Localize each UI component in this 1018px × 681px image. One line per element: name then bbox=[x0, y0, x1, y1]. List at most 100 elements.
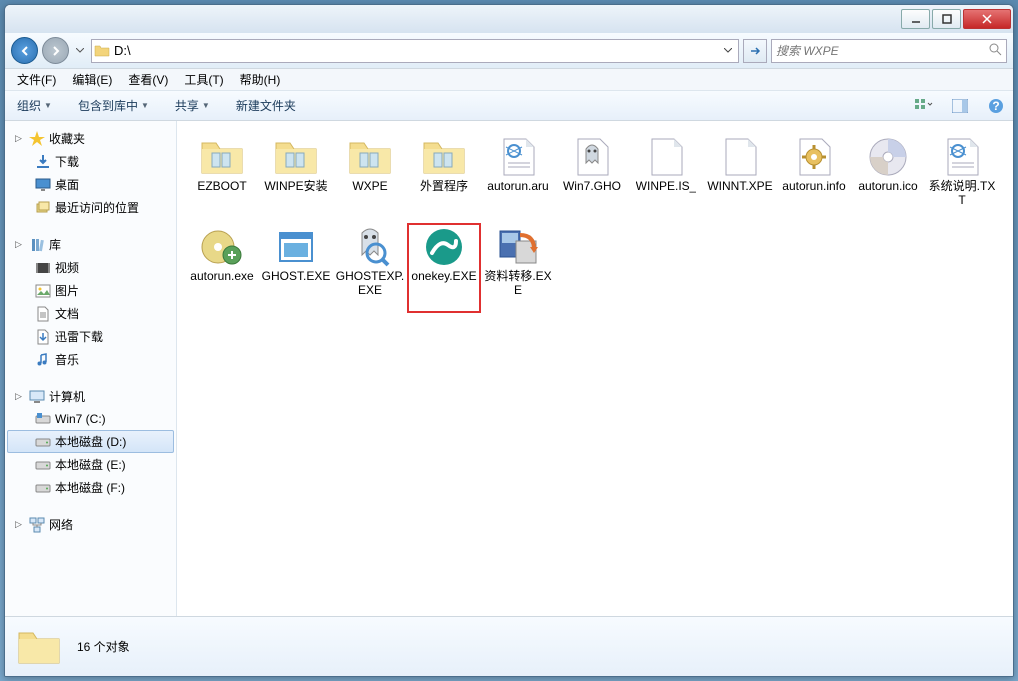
file-label: WINPE安装 bbox=[264, 179, 327, 193]
sidebar: ▷收藏夹下载桌面最近访问的位置 ▷库视频图片文档迅雷下载音乐 ▷计算机Win7 (C… bbox=[5, 121, 177, 616]
recent-icon bbox=[35, 200, 51, 216]
view-options-button[interactable] bbox=[913, 95, 935, 117]
file-icon bbox=[863, 135, 913, 179]
refresh-button[interactable] bbox=[743, 39, 767, 63]
close-button[interactable] bbox=[963, 9, 1011, 29]
music-icon bbox=[35, 352, 51, 368]
sidebar-item-lib-2[interactable]: 文档 bbox=[7, 302, 174, 325]
minimize-button[interactable] bbox=[901, 9, 930, 29]
back-button[interactable] bbox=[11, 37, 38, 64]
drive-icon bbox=[35, 434, 51, 450]
menu-1[interactable]: 编辑(E) bbox=[66, 69, 118, 90]
file-item-12[interactable]: GHOST.EXE bbox=[259, 223, 333, 313]
file-item-9[interactable]: autorun.ico bbox=[851, 133, 925, 223]
sidebar-item-comp-0[interactable]: Win7 (C:) bbox=[7, 408, 174, 430]
sidebar-header-lib[interactable]: ▷库 bbox=[7, 233, 174, 256]
picture-icon bbox=[35, 283, 51, 299]
file-icon bbox=[641, 135, 691, 179]
file-item-10[interactable]: 系统说明.TXT bbox=[925, 133, 999, 223]
sidebar-item-fav-0[interactable]: 下载 bbox=[7, 150, 174, 173]
file-label: autorun.ico bbox=[858, 179, 917, 193]
search-input[interactable] bbox=[776, 44, 988, 58]
sidebar-item-lib-1[interactable]: 图片 bbox=[7, 279, 174, 302]
drive-icon bbox=[35, 457, 51, 473]
file-icon bbox=[493, 225, 543, 269]
forward-button[interactable] bbox=[42, 37, 69, 64]
maximize-button[interactable] bbox=[932, 9, 961, 29]
status-bar: 16 个对象 bbox=[5, 616, 1013, 676]
file-list[interactable]: EZBOOT WINPE安装 WXPE 外置程序 autorun.aru Win7.GHO… bbox=[177, 121, 1013, 616]
navigation-bar bbox=[5, 33, 1013, 69]
file-item-4[interactable]: autorun.aru bbox=[481, 133, 555, 223]
tool-3[interactable]: 新建文件夹 bbox=[230, 94, 302, 117]
tool-1[interactable]: 包含到库中▼ bbox=[72, 94, 155, 117]
file-item-15[interactable]: 资料转移.EXE bbox=[481, 223, 555, 313]
file-item-8[interactable]: autorun.info bbox=[777, 133, 851, 223]
file-label: 外置程序 bbox=[420, 179, 468, 193]
file-icon bbox=[789, 135, 839, 179]
titlebar bbox=[5, 5, 1013, 33]
file-item-6[interactable]: WINPE.IS_ bbox=[629, 133, 703, 223]
file-label: 资料转移.EXE bbox=[483, 269, 553, 297]
xunlei-icon bbox=[35, 329, 51, 345]
file-item-3[interactable]: 外置程序 bbox=[407, 133, 481, 223]
doc-icon bbox=[35, 306, 51, 322]
file-label: WINPE.IS_ bbox=[636, 179, 697, 193]
search-icon bbox=[988, 42, 1002, 59]
address-bar[interactable] bbox=[91, 39, 739, 63]
file-icon bbox=[271, 135, 321, 179]
file-icon bbox=[419, 225, 469, 269]
address-input[interactable] bbox=[114, 43, 716, 58]
sidebar-item-lib-3[interactable]: 迅雷下载 bbox=[7, 325, 174, 348]
folder-icon bbox=[15, 623, 63, 671]
svg-text:?: ? bbox=[992, 99, 999, 113]
file-item-1[interactable]: WINPE安装 bbox=[259, 133, 333, 223]
menu-3[interactable]: 工具(T) bbox=[178, 69, 229, 90]
status-text: 16 个对象 bbox=[77, 638, 130, 655]
file-label: autorun.exe bbox=[190, 269, 253, 283]
menu-0[interactable]: 文件(F) bbox=[11, 69, 62, 90]
file-item-0[interactable]: EZBOOT bbox=[185, 133, 259, 223]
sidebar-item-comp-1[interactable]: 本地磁盘 (D:) bbox=[7, 430, 174, 453]
tool-2[interactable]: 共享▼ bbox=[169, 94, 216, 117]
file-icon bbox=[493, 135, 543, 179]
file-label: autorun.info bbox=[782, 179, 845, 193]
tool-0[interactable]: 组织▼ bbox=[11, 94, 58, 117]
history-dropdown[interactable] bbox=[73, 37, 87, 64]
sidebar-item-fav-2[interactable]: 最近访问的位置 bbox=[7, 196, 174, 219]
file-item-2[interactable]: WXPE bbox=[333, 133, 407, 223]
sidebar-header-fav[interactable]: ▷收藏夹 bbox=[7, 127, 174, 150]
file-icon bbox=[937, 135, 987, 179]
file-item-5[interactable]: Win7.GHO bbox=[555, 133, 629, 223]
sidebar-item-fav-1[interactable]: 桌面 bbox=[7, 173, 174, 196]
sidebar-item-lib-4[interactable]: 音乐 bbox=[7, 348, 174, 371]
menu-bar: 文件(F)编辑(E)查看(V)工具(T)帮助(H) bbox=[5, 69, 1013, 91]
file-label: 系统说明.TXT bbox=[927, 179, 997, 207]
sidebar-header-comp[interactable]: ▷计算机 bbox=[7, 385, 174, 408]
sidebar-item-comp-3[interactable]: 本地磁盘 (F:) bbox=[7, 476, 174, 499]
menu-2[interactable]: 查看(V) bbox=[122, 69, 174, 90]
star-icon bbox=[29, 131, 45, 147]
preview-pane-button[interactable] bbox=[949, 95, 971, 117]
address-dropdown[interactable] bbox=[720, 40, 736, 62]
drive-icon bbox=[35, 480, 51, 496]
menu-4[interactable]: 帮助(H) bbox=[234, 69, 287, 90]
folder-icon bbox=[94, 44, 110, 58]
file-icon bbox=[345, 135, 395, 179]
file-item-7[interactable]: WINNT.XPE bbox=[703, 133, 777, 223]
file-label: onekey.EXE bbox=[411, 269, 476, 283]
sidebar-item-lib-0[interactable]: 视频 bbox=[7, 256, 174, 279]
desktop-icon bbox=[35, 177, 51, 193]
help-button[interactable]: ? bbox=[985, 95, 1007, 117]
file-label: autorun.aru bbox=[487, 179, 548, 193]
file-item-14[interactable]: onekey.EXE bbox=[407, 223, 481, 313]
drive-win-icon bbox=[35, 411, 51, 427]
file-item-13[interactable]: GHOSTEXP.EXE bbox=[333, 223, 407, 313]
file-icon bbox=[419, 135, 469, 179]
file-item-11[interactable]: autorun.exe bbox=[185, 223, 259, 313]
video-icon bbox=[35, 260, 51, 276]
search-box[interactable] bbox=[771, 39, 1007, 63]
sidebar-item-comp-2[interactable]: 本地磁盘 (E:) bbox=[7, 453, 174, 476]
sidebar-header-net[interactable]: ▷网络 bbox=[7, 513, 174, 536]
file-icon bbox=[197, 135, 247, 179]
